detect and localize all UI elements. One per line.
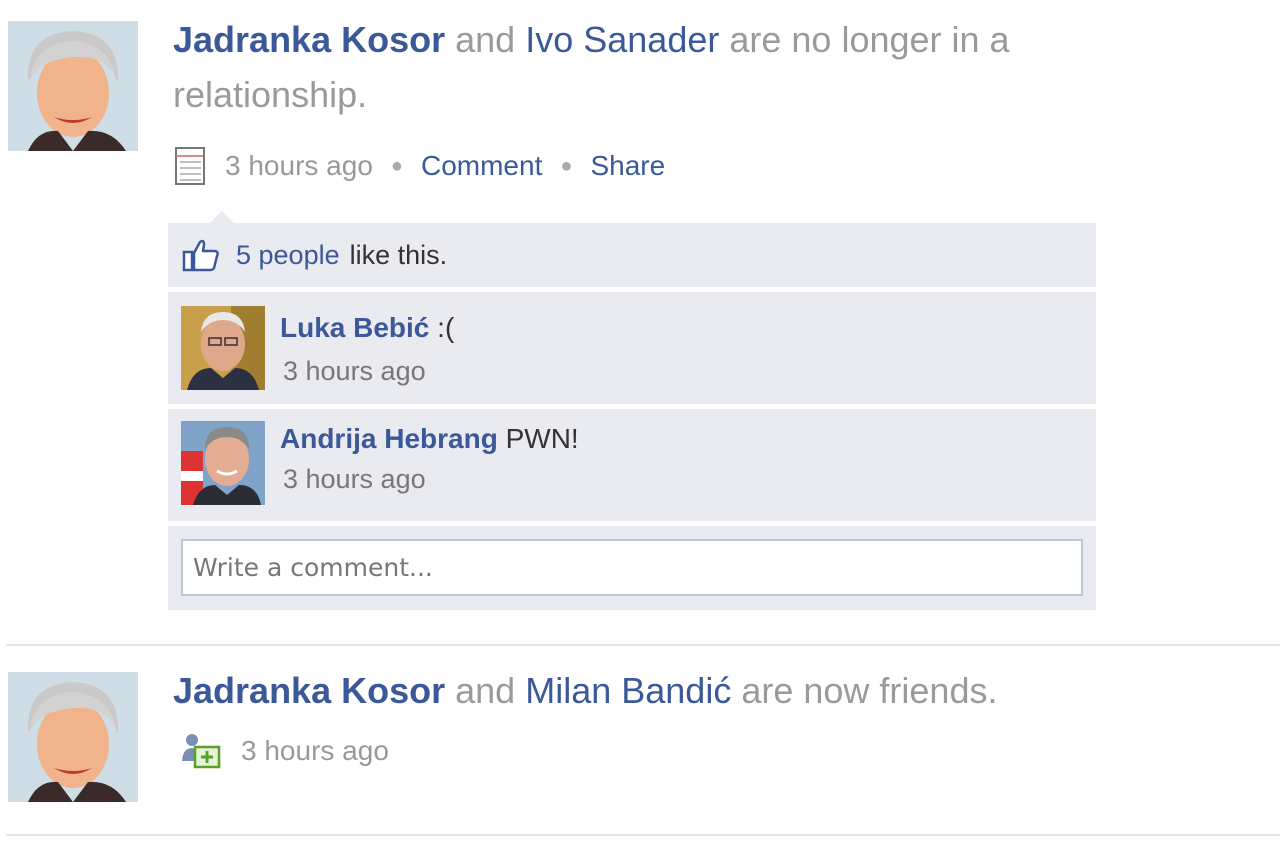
connector-text: and — [455, 19, 516, 60]
likes-count-link[interactable]: 5 people — [236, 240, 340, 271]
friends-icon — [179, 731, 223, 771]
timestamp[interactable]: 3 hours ago — [241, 735, 389, 767]
separator-dot: ● — [560, 154, 573, 177]
actor-link[interactable]: Jadranka Kosor — [173, 19, 445, 60]
comment-body: Andrija Hebrang PWN! — [280, 419, 579, 459]
thumbs-up-icon — [182, 237, 220, 273]
comment-timestamp[interactable]: 3 hours ago — [283, 459, 426, 499]
comment-item: Andrija Hebrang PWN! 3 hours ago — [168, 409, 1096, 521]
story-divider — [6, 644, 1280, 646]
comment-item: Luka Bebić :( 3 hours ago — [168, 292, 1096, 404]
target-link[interactable]: Milan Bandić — [525, 670, 731, 711]
likes-bar: 5 people like this. — [168, 223, 1096, 287]
share-link[interactable]: Share — [590, 150, 665, 182]
feedback-pointer — [210, 211, 234, 223]
write-comment-area — [168, 526, 1096, 610]
story-text: are now friends. — [741, 670, 998, 711]
story-meta: 3 hours ago ● Comment ● Share — [173, 146, 665, 186]
comment-link[interactable]: Comment — [421, 150, 542, 182]
likes-text: like this. — [349, 239, 448, 270]
comment-input[interactable] — [181, 539, 1083, 596]
commenter-avatar[interactable] — [181, 421, 265, 505]
story-divider — [6, 834, 1280, 836]
comment-text: PWN! — [505, 423, 579, 454]
commenter-avatar[interactable] — [181, 306, 265, 390]
commenter-name-link[interactable]: Andrija Hebrang — [280, 423, 498, 454]
note-icon — [173, 146, 207, 186]
story-headline: Jadranka Kosor and Ivo Sanader are no lo… — [173, 12, 1073, 122]
actor-link[interactable]: Jadranka Kosor — [173, 670, 445, 711]
story-headline: Jadranka Kosor and Milan Bandić are now … — [173, 663, 1073, 718]
commenter-name-link[interactable]: Luka Bebić — [280, 312, 429, 343]
story-meta: 3 hours ago — [173, 731, 389, 771]
avatar[interactable] — [8, 21, 138, 151]
comment-timestamp[interactable]: 3 hours ago — [283, 351, 426, 391]
connector-text: and — [455, 670, 516, 711]
separator-dot: ● — [390, 154, 403, 177]
comment-body: Luka Bebić :( — [280, 308, 454, 348]
timestamp[interactable]: 3 hours ago — [225, 150, 373, 182]
feedback-box: 5 people like this. Luka Bebić :( 3 hour… — [168, 223, 1096, 610]
target-link[interactable]: Ivo Sanader — [525, 19, 719, 60]
comment-text: :( — [437, 312, 455, 343]
avatar[interactable] — [8, 672, 138, 802]
